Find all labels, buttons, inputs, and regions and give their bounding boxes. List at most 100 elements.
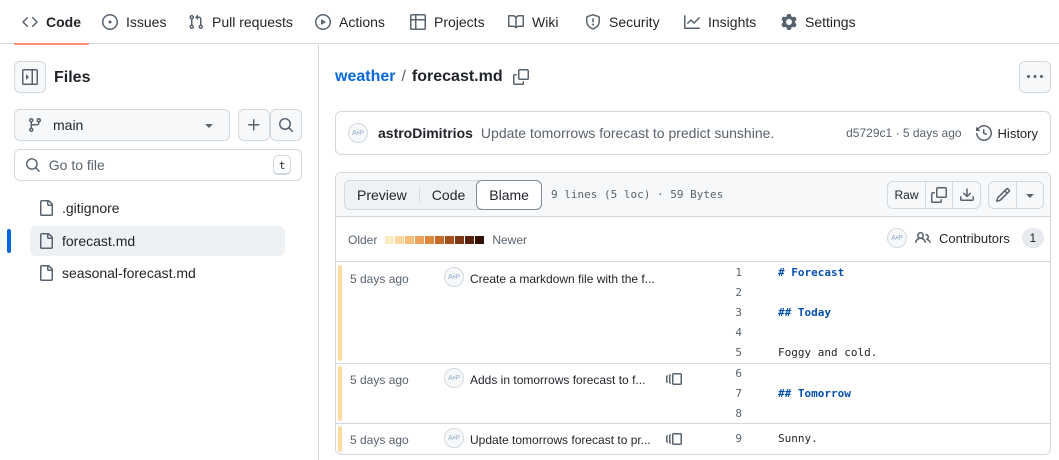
tab-projects[interactable]: Projects [410, 0, 485, 44]
versions-icon [666, 433, 682, 445]
file-actions-group: Raw [887, 181, 981, 209]
avatar[interactable]: A•P [348, 123, 368, 143]
view-blame-button[interactable]: Blame [476, 180, 542, 210]
breadcrumb-repo-link[interactable]: weather [335, 68, 395, 86]
reblame-prior-button[interactable] [666, 371, 682, 387]
breadcrumb-file-name: forecast.md [411, 68, 503, 85]
reblame-prior-button[interactable] [666, 431, 682, 447]
copy-raw-button[interactable] [926, 182, 953, 208]
tab-pull-requests[interactable]: Pull requests [188, 0, 293, 44]
commit-message-link[interactable]: Create a markdown file with the f... [470, 272, 655, 286]
tab-label: Settings [805, 14, 856, 30]
line-number[interactable]: 8 [706, 407, 742, 420]
line-number[interactable]: 1 [706, 266, 742, 279]
add-file-button[interactable] [238, 109, 270, 141]
line-number[interactable]: 6 [706, 367, 742, 380]
commit-age[interactable]: 5 days ago [350, 433, 409, 447]
code-icon [22, 16, 38, 28]
tab-insights[interactable]: Insights [684, 0, 756, 44]
tab-label: Code [46, 14, 81, 30]
avatar[interactable]: A•P [444, 267, 464, 287]
commit-message-link[interactable]: Adds in tomorrows forecast to f... [470, 373, 645, 387]
file-tree-item[interactable]: seasonal-forecast.md [30, 258, 285, 288]
more-options-button[interactable] [1019, 61, 1051, 93]
tab-settings[interactable]: Settings [781, 0, 856, 44]
tab-security[interactable]: Security [585, 0, 660, 44]
raw-button[interactable]: Raw [888, 182, 926, 208]
branch-selector[interactable]: main [14, 109, 230, 141]
avatar[interactable]: A•P [444, 368, 464, 388]
copy-path-button[interactable] [512, 69, 529, 85]
line-number[interactable]: 4 [706, 326, 742, 339]
search-files-button[interactable] [270, 109, 302, 141]
tab-code[interactable]: Code [14, 0, 89, 45]
age-color-swatch [385, 235, 395, 244]
commit-age[interactable]: 5 days ago [350, 373, 409, 387]
download-icon [959, 188, 974, 201]
download-button[interactable] [953, 182, 980, 208]
history-button[interactable]: History [975, 125, 1038, 141]
age-color-swatch [465, 235, 475, 244]
blame-hunk: 5 days ago A•P Create a markdown file wi… [336, 263, 1050, 364]
view-preview-button[interactable]: Preview [345, 181, 419, 209]
search-icon [279, 118, 294, 133]
line-number[interactable]: 3 [706, 306, 742, 319]
code-line: 7 ## Tomorrow [706, 384, 1050, 404]
collapse-file-tree-button[interactable] [14, 61, 46, 93]
commit-sha-age[interactable]: d5729c1 · 5 days ago [846, 126, 961, 140]
edit-file-button[interactable] [989, 182, 1017, 208]
go-to-file[interactable]: t [14, 149, 302, 181]
tab-actions[interactable]: Actions [315, 0, 385, 44]
tab-label: Wiki [532, 14, 559, 30]
commit-age[interactable]: 5 days ago [350, 272, 409, 286]
file-tree-item[interactable]: .gitignore [30, 193, 285, 223]
file-tree-item-selected[interactable]: forecast.md [30, 226, 285, 256]
age-indicator [338, 265, 342, 361]
age-color-swatch [445, 235, 455, 244]
line-code: Sunny. [778, 432, 818, 445]
legend-older-label: Older [348, 232, 378, 247]
versions-icon [666, 373, 682, 385]
edit-options-dropdown[interactable] [1017, 182, 1043, 208]
commit-author[interactable]: astroDimitrios [378, 125, 473, 141]
sidebar-collapse-icon [22, 69, 38, 85]
age-indicator [338, 366, 342, 421]
triangle-down-icon [1026, 194, 1034, 198]
contributors-button[interactable]: A•P Contributors 1 [887, 228, 1044, 248]
code-line: 9 Sunny. [706, 429, 1050, 449]
file-icon [40, 233, 53, 249]
avatar[interactable]: A•P [887, 228, 907, 248]
tab-issues[interactable]: Issues [102, 0, 166, 44]
copy-icon [931, 187, 947, 203]
code-line: 6 [706, 364, 1050, 384]
search-icon [25, 158, 40, 172]
commit-message-link[interactable]: Update tomorrows forecast to pr... [470, 433, 651, 447]
commit-message[interactable]: Update tomorrows forecast to predict sun… [481, 125, 774, 141]
line-number[interactable]: 5 [706, 346, 742, 359]
line-number[interactable]: 9 [706, 432, 742, 445]
tab-wiki[interactable]: Wiki [508, 0, 558, 44]
age-color-swatch [425, 235, 435, 244]
age-indicator [338, 426, 342, 452]
line-number[interactable]: 7 [706, 387, 742, 400]
people-icon [915, 231, 931, 244]
tab-label: Security [609, 14, 660, 30]
go-to-file-input[interactable] [48, 157, 266, 173]
line-number[interactable]: 2 [706, 286, 742, 299]
tab-label: Projects [434, 14, 485, 30]
line-code: ## Tomorrow [778, 387, 851, 400]
view-code-button[interactable]: Code [420, 181, 477, 209]
avatar[interactable]: A•P [444, 428, 464, 448]
code-line: 1 # Forecast [706, 263, 1050, 283]
contributors-count: 1 [1021, 228, 1044, 248]
shield-icon [586, 14, 600, 30]
play-icon [315, 14, 331, 30]
plus-icon [248, 119, 260, 131]
file-icon [40, 265, 53, 281]
blame-age-legend: Older Newer A•P Contributors 1 [336, 218, 1050, 262]
keyboard-shortcut: t [273, 155, 292, 175]
history-icon [975, 125, 992, 141]
files-heading: Files [54, 69, 91, 86]
gear-icon [781, 14, 797, 30]
repo-nav: Code Issues Pull requests Actions Projec… [0, 0, 1059, 45]
